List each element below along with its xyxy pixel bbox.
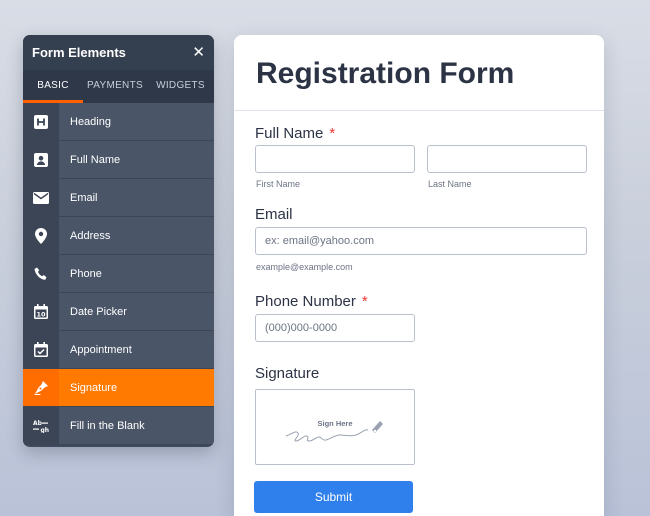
element-list: Heading Full Name Email Address Phone 10…	[23, 103, 214, 445]
tab-widgets[interactable]: WIDGETS	[147, 70, 214, 103]
element-item-label: Heading	[70, 115, 111, 128]
signature-pad-text: Sign Here	[317, 419, 352, 428]
element-item-date-picker[interactable]: 10 Date Picker	[23, 293, 214, 331]
element-item-email[interactable]: Email	[23, 179, 214, 217]
title-divider	[234, 110, 604, 111]
map-pin-icon	[23, 217, 59, 254]
signature-scribble-icon: Sign Here	[285, 419, 383, 442]
element-item-label: Signature	[70, 381, 118, 394]
fill-blank-icon: Ab gh	[23, 407, 59, 444]
first-name-input[interactable]	[255, 145, 415, 173]
full-name-label-text: Full Name	[255, 125, 324, 142]
calendar-check-icon	[23, 331, 59, 368]
last-name-input[interactable]	[427, 145, 587, 173]
svg-text:10: 10	[36, 311, 46, 319]
phone-label-text: Phone Number	[255, 293, 356, 310]
envelope-icon	[23, 179, 59, 216]
email-sublabel: example@example.com	[256, 262, 353, 272]
panel-tabs: BASIC PAYMENTS WIDGETS	[23, 70, 214, 103]
required-mark: *	[361, 293, 368, 310]
element-item-full-name[interactable]: Full Name	[23, 141, 214, 179]
form-elements-panel: Form Elements ✕ BASIC PAYMENTS WIDGETS H…	[23, 35, 214, 447]
email-label: Email	[255, 206, 293, 223]
element-item-address[interactable]: Address	[23, 217, 214, 255]
required-mark: *	[329, 125, 336, 142]
last-name-sublabel: Last Name	[428, 179, 472, 189]
element-item-label: Email	[70, 191, 98, 204]
id-card-icon	[23, 141, 59, 178]
registration-form-card: Registration Form Full Name * First Name …	[234, 35, 604, 516]
tab-payments[interactable]: PAYMENTS	[83, 70, 147, 103]
form-title: Registration Form	[256, 57, 515, 90]
element-item-heading[interactable]: Heading	[23, 103, 214, 141]
first-name-sublabel: First Name	[256, 179, 301, 189]
phone-label: Phone Number *	[255, 293, 368, 310]
svg-text:Ab: Ab	[33, 420, 43, 427]
close-icon[interactable]: ✕	[192, 45, 205, 60]
full-name-label: Full Name *	[255, 125, 335, 142]
tab-basic[interactable]: BASIC	[23, 70, 83, 103]
calendar-icon: 10	[23, 293, 59, 330]
svg-text:gh: gh	[41, 427, 50, 433]
panel-title: Form Elements	[32, 45, 126, 60]
element-item-signature[interactable]: Signature	[23, 369, 214, 407]
panel-header: Form Elements ✕	[23, 35, 214, 70]
pen-nib-icon	[23, 369, 59, 406]
signature-label: Signature	[255, 365, 320, 382]
element-item-fill-in-the-blank[interactable]: Ab gh Fill in the Blank	[23, 407, 214, 445]
element-item-label: Appointment	[70, 343, 132, 356]
heading-icon	[23, 103, 59, 140]
element-item-label: Fill in the Blank	[70, 419, 145, 432]
element-item-label: Address	[70, 229, 111, 242]
element-item-label: Phone	[70, 267, 102, 280]
email-input[interactable]: ex: email@yahoo.com	[255, 227, 587, 255]
phone-input[interactable]: (000)000-0000	[255, 314, 415, 342]
element-item-phone[interactable]: Phone	[23, 255, 214, 293]
signature-pad[interactable]: Sign Here	[255, 389, 415, 465]
submit-button[interactable]: Submit	[254, 481, 413, 513]
element-item-appointment[interactable]: Appointment	[23, 331, 214, 369]
element-item-label: Date Picker	[70, 305, 127, 318]
phone-icon	[23, 255, 59, 292]
element-item-label: Full Name	[70, 153, 121, 166]
